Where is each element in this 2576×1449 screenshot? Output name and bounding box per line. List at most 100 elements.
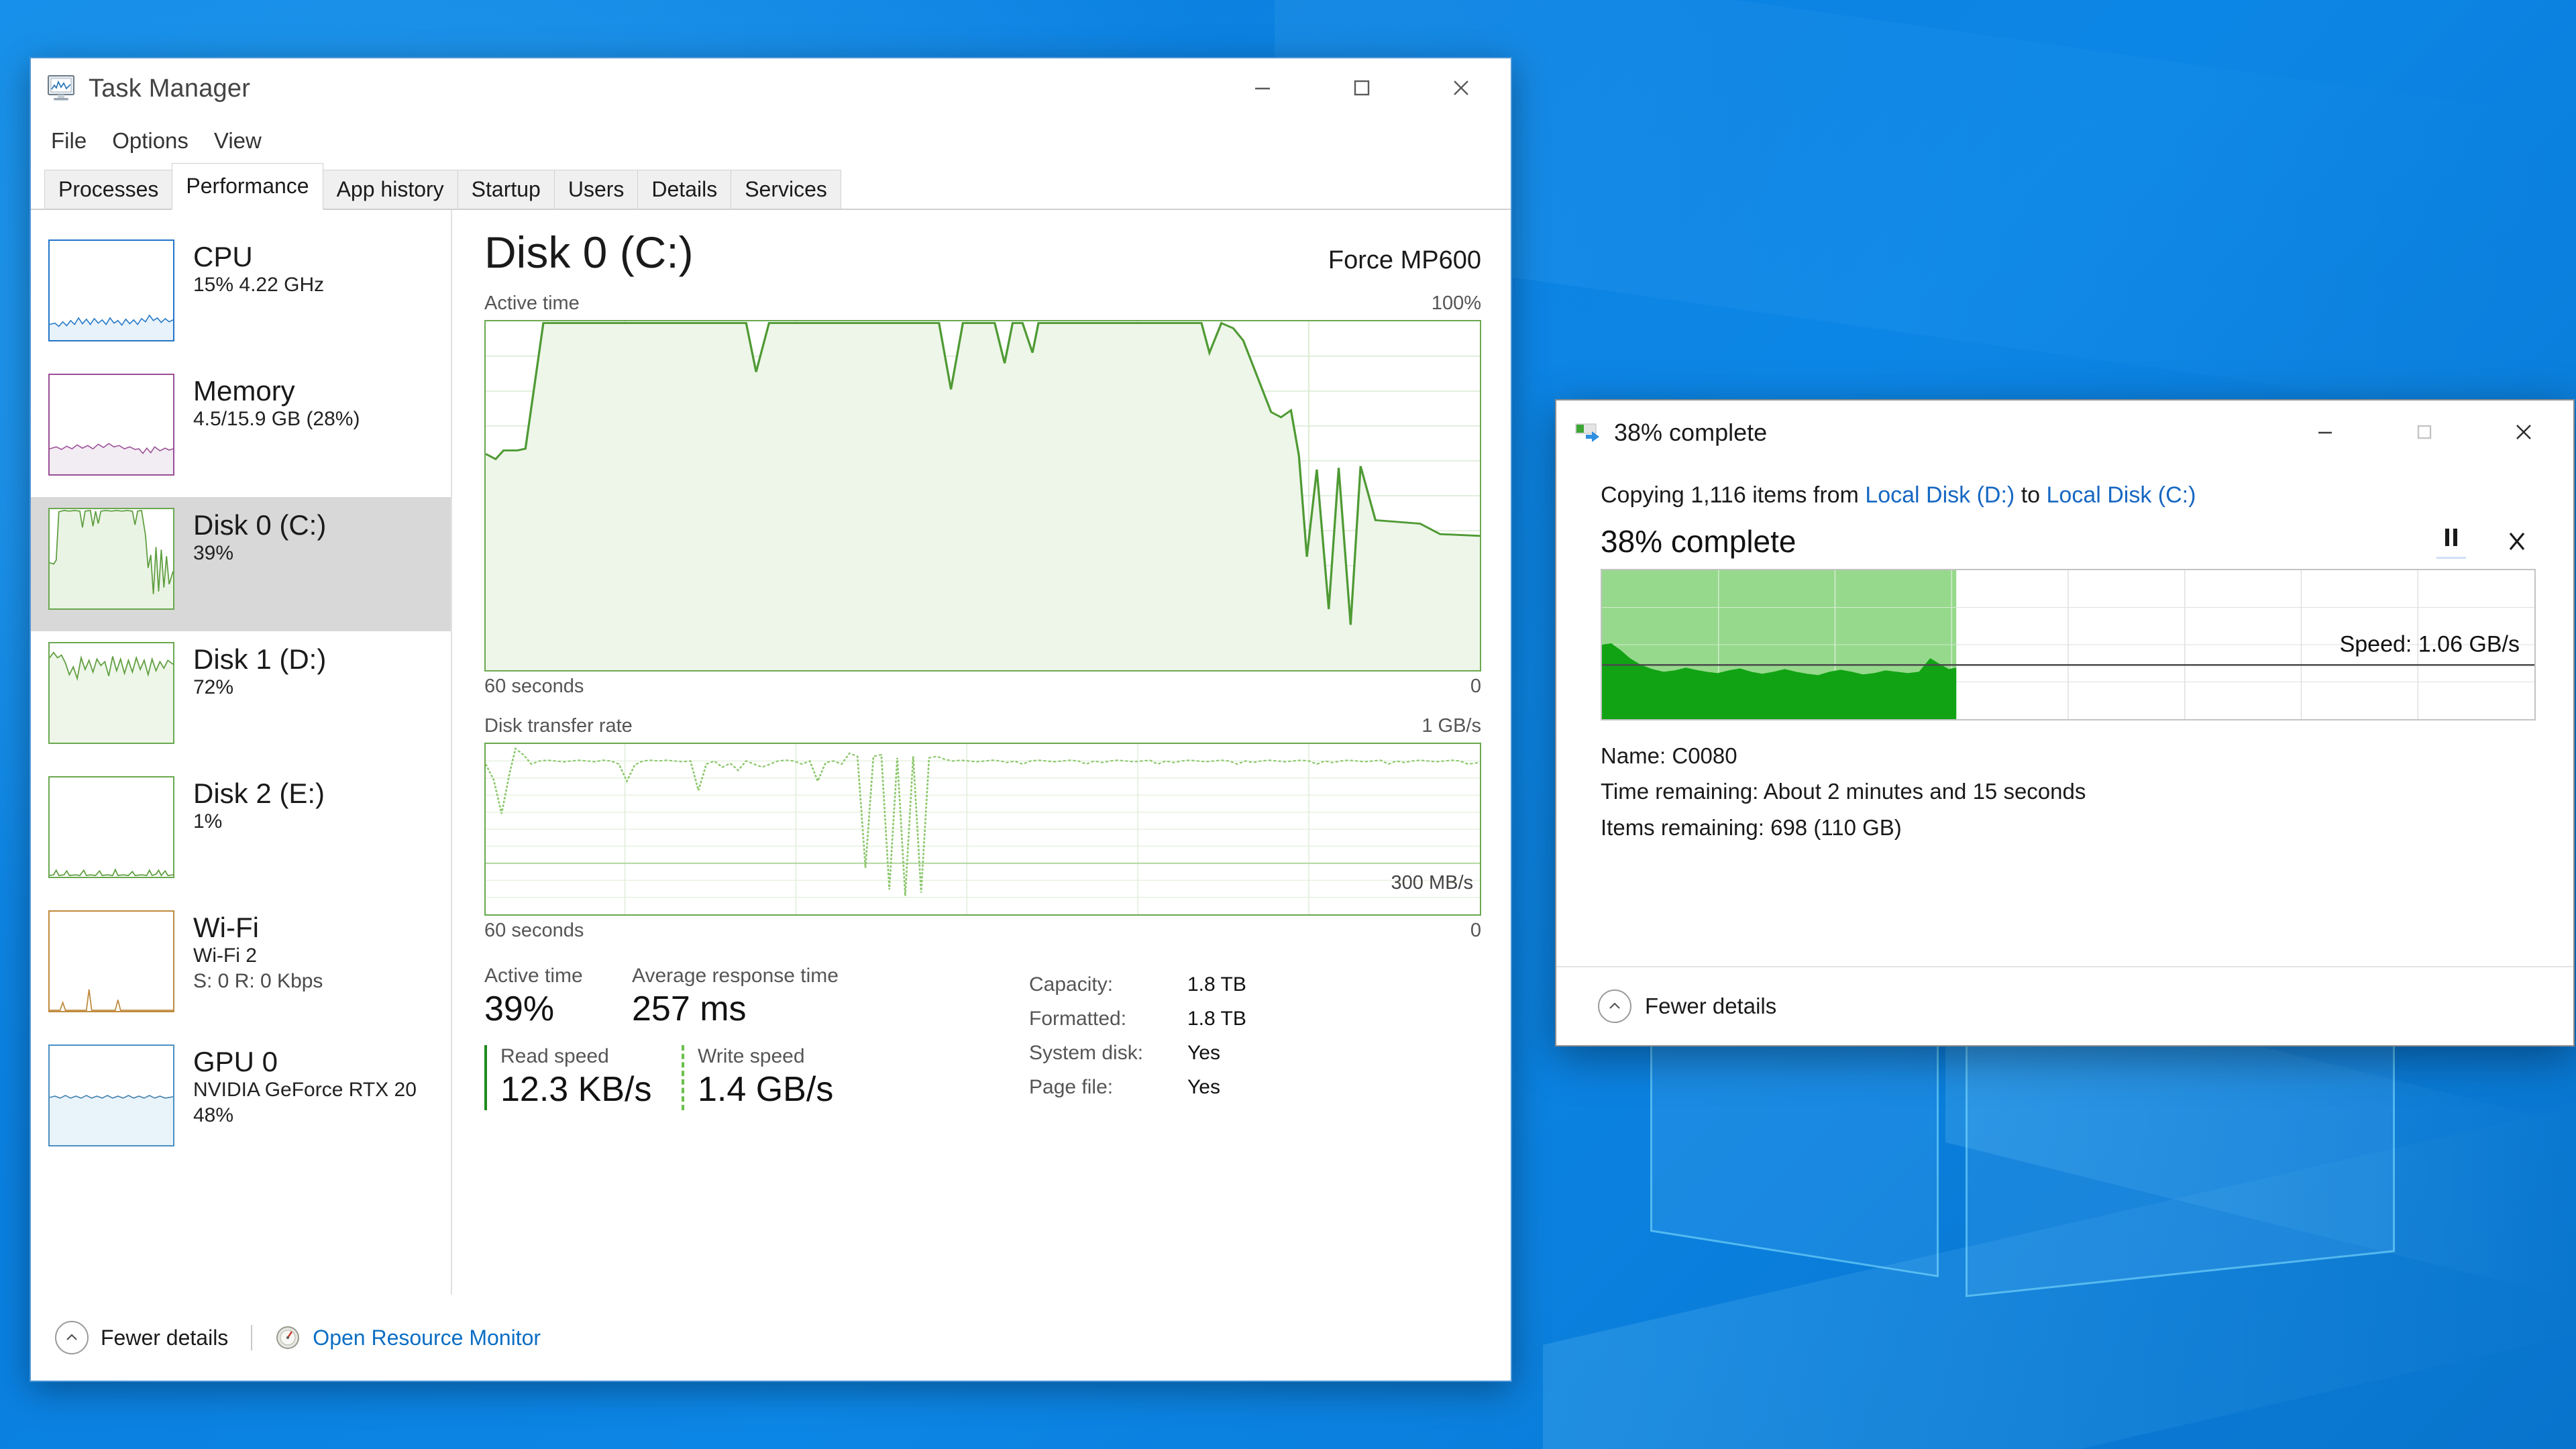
tab-processes[interactable]: Processes xyxy=(44,170,173,209)
resource-monitor-icon xyxy=(275,1325,301,1350)
disk-stats-row-1: Active time 39% Average response time 25… xyxy=(484,965,1014,1029)
sidebar-item-wifi[interactable]: Wi-Fi Wi-Fi 2 S: 0 R: 0 Kbps xyxy=(31,900,451,1034)
tab-performance[interactable]: Performance xyxy=(172,163,323,210)
transfer-rate-graph: 300 MB/s xyxy=(484,743,1481,916)
info-row-capacity: Capacity: 1.8 TB xyxy=(1029,967,1246,1002)
pause-icon[interactable] xyxy=(2436,525,2466,559)
close-icon[interactable] xyxy=(2474,400,2573,464)
sidebar-item-disk-0[interactable]: Disk 0 (C:) 39% xyxy=(31,497,451,631)
close-icon[interactable] xyxy=(1411,58,1511,117)
disk2-text: Disk 2 (E:) 1% xyxy=(193,776,325,835)
page-title: Disk 0 (C:) xyxy=(484,227,694,277)
maximize-icon[interactable] xyxy=(2375,400,2474,464)
menu-options[interactable]: Options xyxy=(108,125,193,156)
info-value-capacity: 1.8 TB xyxy=(1187,973,1246,996)
active-time-max: 100% xyxy=(1431,292,1481,314)
sidebar-sub-wifi-adapter: Wi-Fi 2 xyxy=(193,945,257,967)
sidebar-sub-disk-1: 72% xyxy=(193,676,234,699)
copy-detail-name: Name: C0080 xyxy=(1601,743,1737,768)
sidebar-sub-disk-2: 1% xyxy=(193,810,223,833)
dest-disk-link[interactable]: Local Disk (C:) xyxy=(2047,482,2196,508)
stat-active-time-value: 39% xyxy=(484,989,555,1028)
sidebar-label-disk-2: Disk 2 (E:) xyxy=(193,777,325,809)
copy-progress-dialog: 38% complete Copying 1,116 items from Lo… xyxy=(1555,399,2575,1046)
copy-percent-row: 38% complete xyxy=(1601,523,2536,559)
disk1-thumbnail xyxy=(48,642,174,744)
transfer-rate-xlabel: 60 seconds xyxy=(484,920,584,941)
fewer-details-button[interactable]: Fewer details xyxy=(101,1326,228,1350)
cpu-text: CPU 15% 4.22 GHz xyxy=(193,239,324,298)
copy-details: Name: C0080 Time remaining: About 2 minu… xyxy=(1601,738,2536,845)
copy-dialog-title-bar: 38% complete xyxy=(1556,400,2573,465)
disk0-text: Disk 0 (C:) 39% xyxy=(193,508,326,566)
active-time-min: 0 xyxy=(1470,676,1481,697)
copy-fewer-details-button[interactable]: Fewer details xyxy=(1645,994,1776,1019)
copy-dialog-title: 38% complete xyxy=(1614,419,1768,446)
tab-app-history[interactable]: App history xyxy=(322,170,458,209)
copy-dialog-window-controls xyxy=(2275,400,2573,465)
resource-sidebar: CPU 15% 4.22 GHz Memory 4.5/15.9 GB (28%… xyxy=(31,210,452,1295)
transfer-rate-max: 1 GB/s xyxy=(1421,715,1481,737)
info-key-system-disk: System disk: xyxy=(1029,1042,1144,1064)
sidebar-label-disk-0: Disk 0 (C:) xyxy=(193,509,327,541)
stat-write-speed: Write speed 1.4 GB/s xyxy=(682,1045,833,1110)
info-key-capacity: Capacity: xyxy=(1029,973,1114,996)
maximize-icon[interactable] xyxy=(1312,58,1411,117)
cancel-icon[interactable] xyxy=(2505,529,2529,554)
copy-detail-items-remaining: Items remaining: 698 (110 GB) xyxy=(1601,814,1902,840)
open-resource-monitor-link[interactable]: Open Resource Monitor xyxy=(313,1326,541,1350)
copy-progress-bar: Speed: 1.06 GB/s xyxy=(1601,569,2536,720)
menu-view[interactable]: View xyxy=(210,125,266,156)
gpu0-thumbnail xyxy=(48,1044,174,1146)
stat-read-speed: Read speed 12.3 KB/s xyxy=(484,1045,659,1110)
sidebar-sub-memory: 4.5/15.9 GB (28%) xyxy=(193,408,360,431)
minimize-icon[interactable] xyxy=(2275,400,2375,464)
sidebar-item-memory[interactable]: Memory 4.5/15.9 GB (28%) xyxy=(31,363,451,497)
stat-read-speed-label: Read speed xyxy=(500,1045,609,1068)
source-disk-link[interactable]: Local Disk (D:) xyxy=(1865,482,2015,508)
copy-dialog-footer: Fewer details xyxy=(1556,966,2573,1045)
info-value-system-disk: Yes xyxy=(1187,1042,1220,1064)
sidebar-item-cpu[interactable]: CPU 15% 4.22 GHz xyxy=(31,229,451,363)
sidebar-item-gpu-0[interactable]: GPU 0 NVIDIA GeForce RTX 20 48% xyxy=(31,1034,451,1168)
disk-stats: Active time 39% Average response time 25… xyxy=(484,965,1481,1110)
stat-active-time-label: Active time xyxy=(484,965,583,987)
wifi-thumbnail xyxy=(48,910,174,1012)
task-manager-icon xyxy=(46,74,78,103)
copy-prefix: Copying 1,116 items from xyxy=(1601,482,1866,508)
chevron-up-icon[interactable] xyxy=(1598,989,1631,1023)
tab-details[interactable]: Details xyxy=(637,170,732,209)
stat-write-speed-value: 1.4 GB/s xyxy=(698,1070,834,1110)
stat-read-speed-value: 12.3 KB/s xyxy=(500,1070,652,1110)
sidebar-label-disk-1: Disk 1 (D:) xyxy=(193,643,327,675)
disk1-text: Disk 1 (D:) 72% xyxy=(193,642,326,700)
minimize-icon[interactable] xyxy=(1213,58,1312,117)
menu-file[interactable]: File xyxy=(47,125,91,156)
tab-users[interactable]: Users xyxy=(553,170,639,209)
tab-startup[interactable]: Startup xyxy=(457,170,555,209)
copy-source-dest-line: Copying 1,116 items from Local Disk (D:)… xyxy=(1601,482,2536,508)
stat-avg-response-label: Average response time xyxy=(632,965,839,987)
copy-percent-text: 38% complete xyxy=(1601,524,1796,559)
footer-divider xyxy=(251,1325,253,1350)
transfer-rate-label: Disk transfer rate xyxy=(484,715,633,737)
transfer-rate-min: 0 xyxy=(1470,920,1481,941)
sidebar-item-disk-1[interactable]: Disk 1 (D:) 72% xyxy=(31,631,451,765)
menu-bar: File Options View xyxy=(31,119,1511,163)
active-time-axis: 60 seconds 0 xyxy=(484,676,1481,698)
chevron-up-icon[interactable] xyxy=(55,1321,89,1354)
sidebar-sub-gpu-model: NVIDIA GeForce RTX 20 xyxy=(193,1079,417,1102)
sidebar-label-wifi: Wi-Fi xyxy=(193,912,259,943)
sidebar-sub-disk-0: 39% xyxy=(193,542,234,565)
sidebar-sub-cpu: 15% 4.22 GHz xyxy=(193,274,325,297)
active-time-xlabel: 60 seconds xyxy=(484,676,584,697)
info-value-formatted: 1.8 TB xyxy=(1187,1008,1246,1030)
title-bar: Task Manager xyxy=(31,58,1511,119)
tab-strip: Processes Performance App history Startu… xyxy=(31,163,1511,210)
disk-model: Force MP600 xyxy=(1328,246,1481,274)
memory-thumbnail xyxy=(48,374,174,476)
sidebar-item-disk-2[interactable]: Disk 2 (E:) 1% xyxy=(31,765,451,900)
disk-detail-panel: Disk 0 (C:) Force MP600 Active time 100% xyxy=(452,210,1511,1295)
tab-services[interactable]: Services xyxy=(731,170,841,209)
active-time-graph-labels: Active time 100% xyxy=(484,292,1481,315)
